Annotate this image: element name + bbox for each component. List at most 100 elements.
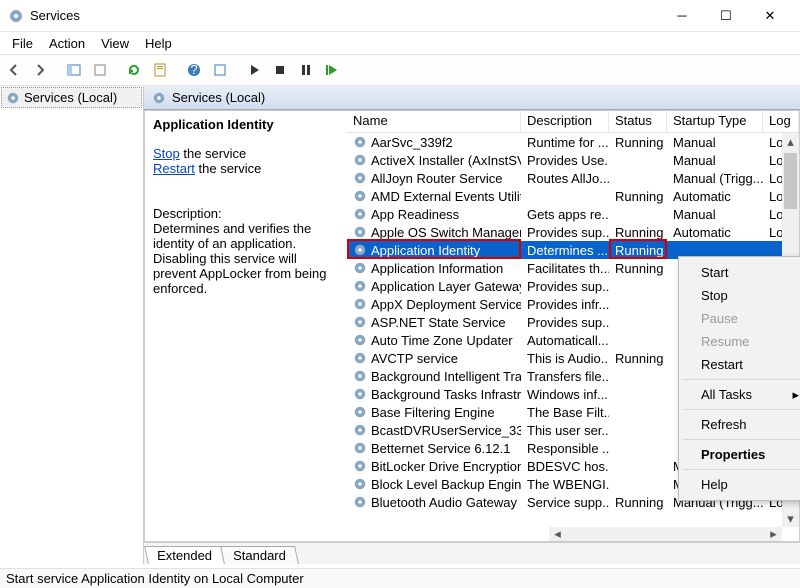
pane-header-label: Services (Local) — [172, 90, 265, 105]
ctx-help[interactable]: Help — [681, 473, 800, 496]
minimize-button[interactable]: ─ — [660, 2, 704, 30]
cell-name: Application Information — [347, 261, 521, 276]
cell-description: Determines ... — [521, 243, 609, 258]
cell-name: Betternet Service 6.12.1 — [347, 441, 521, 456]
tab-standard[interactable]: Standard — [220, 546, 299, 564]
stop-link[interactable]: Stop — [153, 146, 180, 161]
ctx-separator — [683, 409, 800, 410]
cell-startup-type: Manual — [667, 207, 763, 222]
col-status[interactable]: Status — [609, 111, 667, 132]
cell-description: Windows inf... — [521, 387, 609, 402]
service-row[interactable]: App ReadinessGets apps re...ManualLoc — [347, 205, 799, 223]
ctx-all-tasks[interactable]: All Tasks▸ — [681, 383, 800, 406]
service-row[interactable]: AarSvc_339f2Runtime for ...RunningManual… — [347, 133, 799, 151]
menu-view[interactable]: View — [93, 34, 137, 53]
toolbar: ? — [0, 54, 800, 86]
tree-pane: Services (Local) — [0, 86, 144, 564]
back-button[interactable] — [2, 58, 26, 82]
close-button[interactable]: ✕ — [748, 2, 792, 30]
gear-icon — [6, 91, 20, 105]
tab-extended[interactable]: Extended — [144, 546, 225, 564]
cell-name: Background Intelligent Tran... — [347, 369, 521, 384]
services-icon — [8, 8, 24, 24]
ctx-stop[interactable]: Stop — [681, 284, 800, 307]
export-list-button[interactable] — [88, 58, 112, 82]
refresh-button[interactable] — [122, 58, 146, 82]
cell-name: Application Layer Gateway S... — [347, 279, 521, 294]
cell-startup-type: Automatic — [667, 225, 763, 240]
cell-description: Routes AllJo... — [521, 171, 609, 186]
cell-status: Running — [609, 135, 667, 150]
ctx-resume: Resume — [681, 330, 800, 353]
ctx-start[interactable]: Start — [681, 261, 800, 284]
service-row[interactable]: ActiveX Installer (AxInstSV)Provides Use… — [347, 151, 799, 169]
cell-name: AVCTP service — [347, 351, 521, 366]
cell-startup-type: Manual — [667, 135, 763, 150]
tree-node-label: Services (Local) — [24, 90, 117, 105]
menu-action[interactable]: Action — [41, 34, 93, 53]
cell-name: Application Identity — [347, 243, 521, 258]
cell-name: AllJoyn Router Service — [347, 171, 521, 186]
help-button[interactable]: ? — [182, 58, 206, 82]
col-description[interactable]: Description — [521, 111, 609, 132]
gear-icon — [152, 91, 166, 105]
cell-status: Running — [609, 351, 667, 366]
horizontal-scrollbar[interactable]: ◂ ▸ — [549, 527, 782, 541]
scroll-up-icon[interactable]: ▴ — [782, 133, 799, 150]
restart-button-toolbar[interactable] — [320, 58, 344, 82]
service-row[interactable]: AMD External Events UtilityRunningAutoma… — [347, 187, 799, 205]
show-hide-tree-button[interactable] — [62, 58, 86, 82]
cell-description: Automaticall... — [521, 333, 609, 348]
ctx-restart[interactable]: Restart — [681, 353, 800, 376]
cell-name: App Readiness — [347, 207, 521, 222]
column-headers: Name Description Status Startup Type Log — [347, 111, 799, 133]
pane-header: Services (Local) — [144, 86, 800, 110]
forward-button[interactable] — [28, 58, 52, 82]
cell-description: Runtime for ... — [521, 135, 609, 150]
tree-node-services-local[interactable]: Services (Local) — [1, 87, 142, 108]
ctx-pause: Pause — [681, 307, 800, 330]
context-menu: Start Stop Pause Resume Restart All Task… — [678, 256, 800, 501]
menu-help[interactable]: Help — [137, 34, 180, 53]
pause-button[interactable] — [294, 58, 318, 82]
cell-description: Facilitates th... — [521, 261, 609, 276]
menu-bar: File Action View Help — [0, 32, 800, 54]
restart-link[interactable]: Restart — [153, 161, 195, 176]
cell-description: BDESVC hos... — [521, 459, 609, 474]
cell-startup-type: Manual (Trigg... — [667, 171, 763, 186]
service-row[interactable]: AllJoyn Router ServiceRoutes AllJo... Man… — [347, 169, 799, 187]
description-text: Determines and verifies the identity of … — [153, 221, 339, 296]
cell-description: The WBENGI... — [521, 477, 609, 492]
play-button[interactable] — [242, 58, 266, 82]
cell-name: BitLocker Drive Encryption S... — [347, 459, 521, 474]
col-startup-type[interactable]: Startup Type — [667, 111, 763, 132]
view-tabs: Extended Standard — [144, 542, 800, 564]
chevron-right-icon: ▸ — [792, 387, 799, 403]
scroll-thumb[interactable] — [784, 153, 797, 209]
ctx-properties[interactable]: Properties — [681, 443, 800, 466]
stop-button[interactable] — [268, 58, 292, 82]
menu-file[interactable]: File — [4, 34, 41, 53]
ctx-separator — [683, 439, 800, 440]
cell-description: Service supp... — [521, 495, 609, 510]
properties-button[interactable] — [148, 58, 172, 82]
ctx-refresh[interactable]: Refresh — [681, 413, 800, 436]
cell-description: Transfers file... — [521, 369, 609, 384]
col-name[interactable]: Name — [347, 111, 521, 132]
cell-name: Bluetooth Audio Gateway S... — [347, 495, 521, 510]
cell-description: Provides infr... — [521, 297, 609, 312]
col-log-on-as[interactable]: Log — [763, 111, 799, 132]
cell-description: Provides sup... — [521, 225, 609, 240]
scroll-left-icon[interactable]: ◂ — [549, 527, 566, 541]
selected-service-name: Application Identity — [153, 117, 339, 132]
scroll-down-icon[interactable]: ▾ — [782, 510, 799, 527]
about-button[interactable] — [208, 58, 232, 82]
cell-name: ASP.NET State Service — [347, 315, 521, 330]
status-bar: Start service Application Identity on Lo… — [0, 568, 800, 588]
ctx-separator — [683, 379, 800, 380]
maximize-button[interactable]: ☐ — [704, 2, 748, 30]
cell-name: ActiveX Installer (AxInstSV) — [347, 153, 521, 168]
cell-name: Base Filtering Engine — [347, 405, 521, 420]
service-row[interactable]: Apple OS Switch ManagerProvides sup...Ru… — [347, 223, 799, 241]
scroll-right-icon[interactable]: ▸ — [765, 527, 782, 541]
